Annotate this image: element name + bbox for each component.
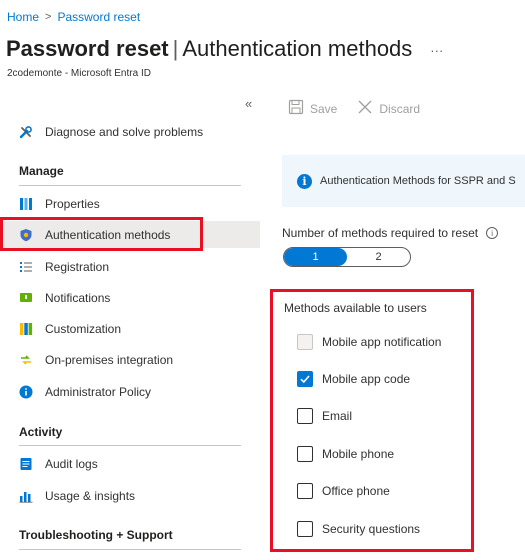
checkbox-office-phone[interactable]: Office phone xyxy=(297,482,390,500)
checkbox-label: Email xyxy=(322,409,353,423)
command-bar: Save Discard xyxy=(288,99,420,118)
sidebar-item-diagnose[interactable]: Diagnose and solve problems xyxy=(0,118,260,145)
highlight-box-nav xyxy=(0,217,203,251)
checkbox-label: Security questions xyxy=(322,522,421,536)
page-title-main: Password reset xyxy=(6,36,169,61)
sidebar-item-properties[interactable]: Properties xyxy=(0,190,260,217)
title-separator: | xyxy=(172,36,179,61)
info-banner-text: Authentication Methods for SSPR and S xyxy=(320,175,516,187)
section-divider xyxy=(19,185,241,186)
save-icon xyxy=(288,99,304,118)
methods-available-title: Methods available to users xyxy=(284,301,427,315)
discard-label: Discard xyxy=(379,101,421,116)
section-divider xyxy=(19,445,241,446)
save-button[interactable]: Save xyxy=(288,99,337,118)
sidebar-item-label: On-premises integration xyxy=(45,352,174,367)
page-title-section: Authentication methods xyxy=(182,36,413,61)
collapse-sidebar-icon[interactable]: « xyxy=(245,96,252,111)
info-tooltip-icon[interactable]: i xyxy=(486,227,499,239)
page-subtitle: 2codemonte - Microsoft Entra ID xyxy=(7,68,151,79)
sidebar-item-on-premises-integration[interactable]: On-premises integration xyxy=(0,346,260,373)
sidebar-item-label: Administrator Policy xyxy=(45,384,152,399)
checkbox-label: Mobile app notification xyxy=(322,335,442,349)
sync-icon xyxy=(19,353,33,367)
customization-icon xyxy=(19,322,33,336)
section-troubleshooting: Troubleshooting + Support xyxy=(19,528,173,542)
notifications-icon xyxy=(19,291,33,305)
toggle-option-2[interactable]: 2 xyxy=(347,248,410,266)
more-options-icon[interactable]: ··· xyxy=(430,43,443,58)
checkbox-security-questions[interactable]: Security questions xyxy=(297,520,420,538)
checkbox-box[interactable] xyxy=(297,521,313,537)
checkbox-box[interactable] xyxy=(297,334,313,350)
list-icon xyxy=(19,260,33,274)
checkbox-label: Mobile app code xyxy=(322,372,411,386)
breadcrumb-separator: > xyxy=(45,11,52,23)
toggle-option-1[interactable]: 1 xyxy=(284,248,347,266)
sidebar-item-label: Properties xyxy=(45,196,100,211)
checkbox-box[interactable] xyxy=(297,371,313,387)
checkmark-icon xyxy=(300,375,310,384)
breadcrumb-current-link[interactable]: Password reset xyxy=(57,10,140,24)
checkbox-box[interactable] xyxy=(297,446,313,462)
checkbox-label: Mobile phone xyxy=(322,447,395,461)
sidebar-item-usage-insights[interactable]: Usage & insights xyxy=(0,482,260,509)
sidebar-item-registration[interactable]: Registration xyxy=(0,253,260,280)
close-icon xyxy=(357,99,373,118)
checkbox-box[interactable] xyxy=(297,408,313,424)
log-icon xyxy=(19,457,33,471)
checkbox-mobile-app-notification[interactable]: Mobile app notification xyxy=(297,333,441,351)
sidebar-item-label: Notifications xyxy=(45,290,111,305)
methods-required-text: Number of methods required to reset xyxy=(282,226,479,240)
sidebar-item-customization[interactable]: Customization xyxy=(0,315,260,342)
checkbox-mobile-app-code[interactable]: Mobile app code xyxy=(297,370,410,388)
wrench-icon xyxy=(19,125,33,139)
info-icon xyxy=(19,385,33,399)
sidebar-item-label: Diagnose and solve problems xyxy=(45,124,204,139)
methods-required-toggle[interactable]: 1 2 xyxy=(283,247,411,267)
info-icon: i xyxy=(297,173,312,189)
checkbox-label: Office phone xyxy=(322,484,390,498)
checkbox-box[interactable] xyxy=(297,483,313,499)
section-activity: Activity xyxy=(19,425,63,439)
properties-icon xyxy=(19,197,33,211)
breadcrumb: Home > Password reset xyxy=(7,10,140,24)
discard-button[interactable]: Discard xyxy=(357,99,420,118)
chart-icon xyxy=(19,489,33,503)
methods-required-label: Number of methods required to reset i xyxy=(282,226,499,240)
breadcrumb-home-link[interactable]: Home xyxy=(7,10,39,24)
section-divider xyxy=(19,549,241,550)
info-banner: i Authentication Methods for SSPR and S xyxy=(282,155,525,207)
sidebar-item-label: Usage & insights xyxy=(45,488,136,503)
save-label: Save xyxy=(310,101,338,116)
sidebar-item-label: Audit logs xyxy=(45,456,98,471)
section-manage: Manage xyxy=(19,164,64,178)
page-title: Password reset | Authentication methods ··· xyxy=(6,36,443,62)
sidebar-item-label: Registration xyxy=(45,259,110,274)
sidebar-item-label: Customization xyxy=(45,321,122,336)
sidebar-item-administrator-policy[interactable]: Administrator Policy xyxy=(0,378,260,405)
checkbox-email[interactable]: Email xyxy=(297,407,352,425)
sidebar-item-notifications[interactable]: Notifications xyxy=(0,284,260,311)
checkbox-mobile-phone[interactable]: Mobile phone xyxy=(297,445,394,463)
sidebar-item-audit-logs[interactable]: Audit logs xyxy=(0,450,260,477)
